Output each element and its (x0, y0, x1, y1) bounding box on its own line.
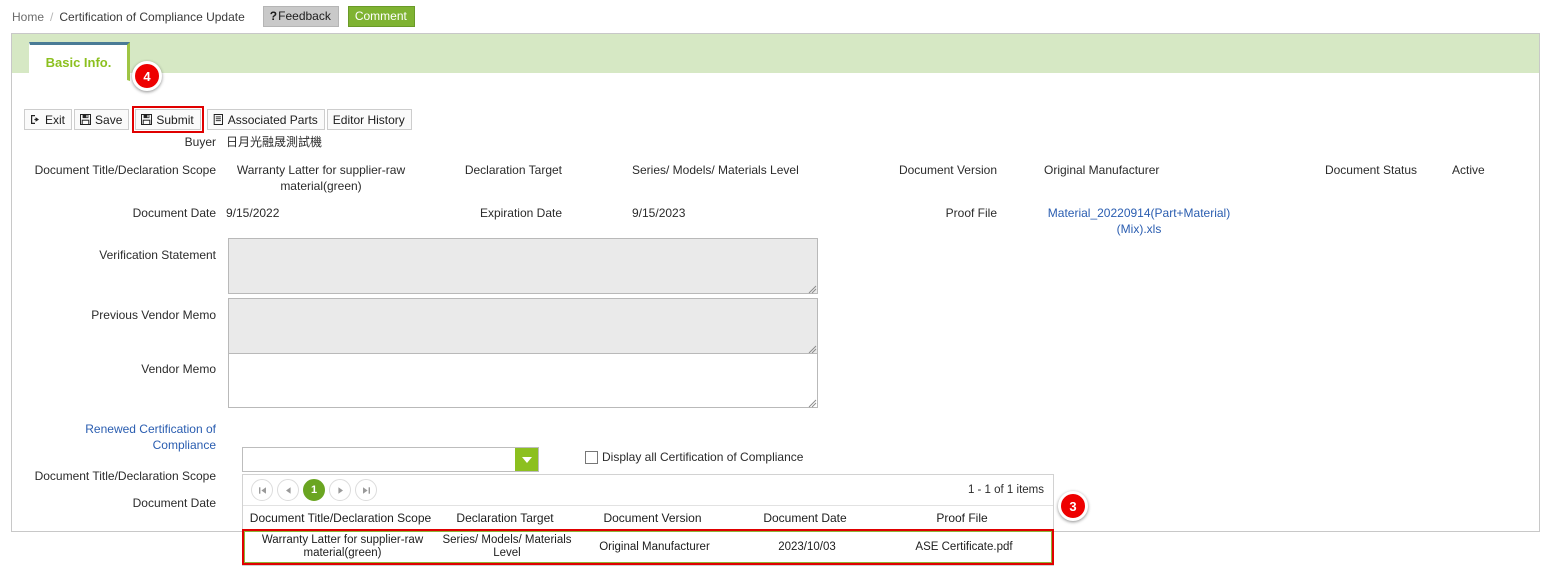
proof-file-label: Proof File (945, 206, 997, 220)
breadcrumb-bar: Home / Certification of Compliance Updat… (0, 0, 1551, 33)
document-version-label: Document Version (898, 163, 997, 177)
document-title-value: Warranty Latter for supplier-raw materia… (236, 163, 406, 193)
associated-parts-button-label: Associated Parts (227, 112, 318, 127)
renewed-certification-label: Renewed Certification of Compliance (26, 421, 216, 453)
associated-parts-button[interactable]: Associated Parts (206, 109, 325, 130)
grid-pager: 1 1 - 1 of 1 items (243, 475, 1053, 506)
display-all-checkbox-label[interactable]: Display all Certification of Compliance (602, 450, 803, 464)
question-mark-icon: ? (269, 9, 278, 23)
breadcrumb-current: Certification of Compliance Update (59, 9, 245, 24)
grid-cell-document-date: 2023/10/03 (778, 540, 836, 553)
submit-button[interactable]: Submit (135, 109, 201, 130)
grid-cell-declaration-target: Series/ Models/ Materials Level (442, 534, 572, 559)
grid-column-header-document-date[interactable]: Document Date (733, 511, 877, 525)
grid-row-highlight: Warranty Latter for supplier-raw materia… (242, 529, 1054, 565)
previous-vendor-memo-label: Previous Vendor Memo (91, 308, 216, 322)
expiration-date-label: Expiration Date (479, 206, 562, 220)
editor-history-button[interactable]: Editor History (326, 109, 412, 130)
exit-icon (30, 114, 41, 125)
grid-column-header-doc-title[interactable]: Document Title/Declaration Scope (243, 511, 438, 525)
exit-button-label: Exit (45, 112, 66, 127)
table-row[interactable]: Warranty Latter for supplier-raw materia… (244, 531, 1052, 563)
floppy-disk-icon (141, 114, 153, 125)
buyer-label: Buyer (184, 135, 216, 149)
pager-info-label: 1 - 1 of 1 items (967, 484, 1044, 496)
callout-badge-3: 3 (1058, 491, 1088, 521)
comment-button-label: Comment (354, 9, 407, 23)
grid-cell-proof-file: ASE Certificate.pdf (915, 540, 1013, 553)
save-button-label: Save (95, 112, 123, 127)
tab-basic-info-label: Basic Info. (45, 55, 112, 70)
bottom-document-date-label: Document Date (132, 496, 216, 510)
grid-column-header-proof-file[interactable]: Proof File (877, 511, 1047, 525)
feedback-button[interactable]: ? Feedback (262, 6, 339, 27)
grid-cell-doc-title: Warranty Latter for supplier-raw materia… (261, 534, 424, 559)
renewed-certification-label-text[interactable]: Renewed Certification of Compliance (85, 422, 216, 452)
verification-statement-textarea[interactable] (228, 238, 818, 294)
feedback-button-label: Feedback (278, 9, 331, 23)
verification-statement-label: Verification Statement (99, 248, 216, 262)
tab-strip (12, 34, 1539, 73)
proof-file-link-wrap: Material_20220914(Part+Material)(Mix).xl… (1044, 205, 1234, 237)
expiration-date-value: 9/15/2023 (632, 206, 686, 220)
document-date-value: 9/15/2022 (226, 206, 280, 220)
vendor-memo-label: Vendor Memo (141, 362, 216, 376)
document-version-value: Original Manufacturer (1044, 163, 1160, 177)
callout-badge-4: 4 (132, 61, 162, 91)
display-all-checkbox-row[interactable]: Display all Certification of Compliance (585, 450, 803, 464)
declaration-target-value: Series/ Models/ Materials Level (632, 163, 799, 177)
submit-button-label: Submit (156, 112, 194, 127)
tab-basic-info[interactable]: Basic Info. (29, 42, 130, 81)
grid-header-row: Document Title/Declaration Scope Declara… (243, 506, 1053, 529)
grid-column-header-document-version[interactable]: Document Version (572, 511, 733, 525)
exit-button[interactable]: Exit (24, 109, 73, 130)
submit-button-highlight: Submit (132, 106, 204, 133)
document-title-label: Document Title/Declaration Scope (34, 163, 216, 177)
pager-previous-button[interactable] (277, 479, 299, 501)
document-date-label: Document Date (132, 206, 216, 220)
toolbar: Exit Save Submit Associated Parts Editor… (24, 106, 412, 133)
grid-cell-document-version: Original Manufacturer (599, 540, 710, 553)
pager-last-button[interactable] (355, 479, 377, 501)
pager-first-button[interactable] (251, 479, 273, 501)
buyer-value: 日月光融晟測試機 (226, 135, 323, 149)
document-status-label: Document Status (1324, 163, 1417, 177)
floppy-disk-icon (80, 114, 92, 125)
chevron-down-icon[interactable] (515, 448, 538, 471)
bottom-document-title-label: Document Title/Declaration Scope (34, 469, 216, 483)
renewed-certification-dropdown[interactable] (242, 447, 539, 472)
save-button[interactable]: Save (74, 109, 130, 130)
vendor-memo-textarea[interactable] (228, 353, 818, 408)
comment-button[interactable]: Comment (347, 6, 415, 27)
renewed-certification-grid: 1 1 - 1 of 1 items Document Title/Declar… (242, 474, 1054, 566)
declaration-target-label: Declaration Target (464, 163, 562, 177)
pager-next-button[interactable] (329, 479, 351, 501)
breadcrumb-home[interactable]: Home (12, 10, 44, 24)
document-status-value: Active (1452, 163, 1485, 177)
renewed-certification-dropdown-value (243, 448, 515, 471)
proof-file-link[interactable]: Material_20220914(Part+Material)(Mix).xl… (1048, 206, 1230, 236)
content-frame: Basic Info. Exit Save Submit Associated … (11, 33, 1540, 566)
editor-history-button-label: Editor History (332, 112, 405, 127)
previous-vendor-memo-textarea[interactable] (228, 298, 818, 354)
display-all-checkbox[interactable] (585, 451, 598, 464)
pager-page-1-button[interactable]: 1 (303, 479, 325, 501)
breadcrumb-separator: / (50, 9, 54, 24)
grid-column-header-declaration-target[interactable]: Declaration Target (438, 511, 572, 525)
document-icon (213, 114, 224, 125)
